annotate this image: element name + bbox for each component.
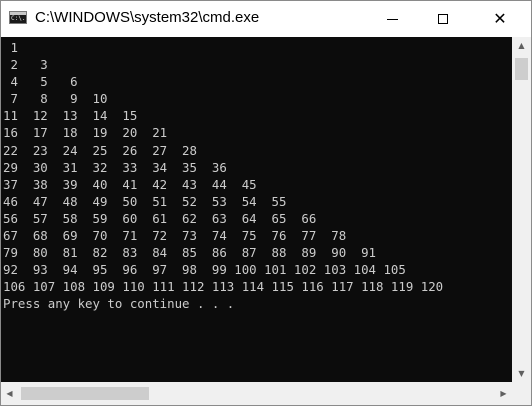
cmd-app-icon[interactable]: C:\. — [9, 11, 27, 24]
scrollbar-corner — [512, 382, 531, 405]
console-line: 2 3 — [3, 57, 48, 72]
scroll-down-icon[interactable]: ▼ — [512, 365, 531, 382]
console-line: 56 57 58 59 60 61 62 63 64 65 66 — [3, 211, 317, 226]
close-icon: ✕ — [493, 9, 507, 28]
console-line: 79 80 81 82 83 84 85 86 87 88 89 90 91 — [3, 245, 376, 260]
console-line: 46 47 48 49 50 51 52 53 54 55 — [3, 194, 287, 209]
console-line: 11 12 13 14 15 — [3, 108, 138, 123]
console-line: 16 17 18 19 20 21 — [3, 125, 168, 140]
console-line: 1 — [3, 40, 18, 55]
cmd-icon-text: C:\. — [11, 15, 26, 22]
console-line: 4 5 6 — [3, 74, 78, 89]
vertical-scrollbar[interactable]: ▲ ▼ — [512, 37, 531, 382]
scroll-up-icon[interactable]: ▲ — [512, 37, 531, 54]
minimize-button[interactable] — [369, 1, 415, 37]
console-line: 67 68 69 70 71 72 73 74 75 76 77 78 — [3, 228, 347, 243]
scroll-left-icon[interactable]: ◀ — [1, 382, 18, 405]
console-line: 7 8 9 10 — [3, 91, 108, 106]
maximize-button[interactable] — [420, 1, 466, 37]
scroll-right-icon[interactable]: ▶ — [495, 382, 512, 405]
console-line: 22 23 24 25 26 27 28 — [3, 143, 197, 158]
console-prompt: Press any key to continue . . . — [3, 296, 235, 311]
console-line: 37 38 39 40 41 42 43 44 45 — [3, 177, 257, 192]
vertical-scroll-thumb[interactable] — [515, 58, 528, 80]
window-title: C:\WINDOWS\system32\cmd.exe — [35, 9, 260, 26]
horizontal-scrollbar[interactable]: ◀ ▶ — [1, 382, 512, 405]
minimize-icon — [386, 18, 398, 20]
title-bar[interactable]: C:\. C:\WINDOWS\system32\cmd.exe ✕ — [1, 1, 531, 37]
horizontal-scroll-thumb[interactable] — [21, 387, 149, 400]
cmd-window: C:\. C:\WINDOWS\system32\cmd.exe ✕ 1 2 3… — [0, 0, 532, 406]
console-line: 92 93 94 95 96 97 98 99 100 101 102 103 … — [3, 262, 406, 277]
console-line: 106 107 108 109 110 111 112 113 114 115 … — [3, 279, 444, 294]
maximize-icon — [438, 14, 448, 24]
console-line: 29 30 31 32 33 34 35 36 — [3, 160, 227, 175]
close-button[interactable]: ✕ — [477, 1, 523, 37]
console-output[interactable]: 1 2 3 4 5 6 7 8 9 10 11 12 13 14 15 16 1… — [1, 37, 512, 382]
